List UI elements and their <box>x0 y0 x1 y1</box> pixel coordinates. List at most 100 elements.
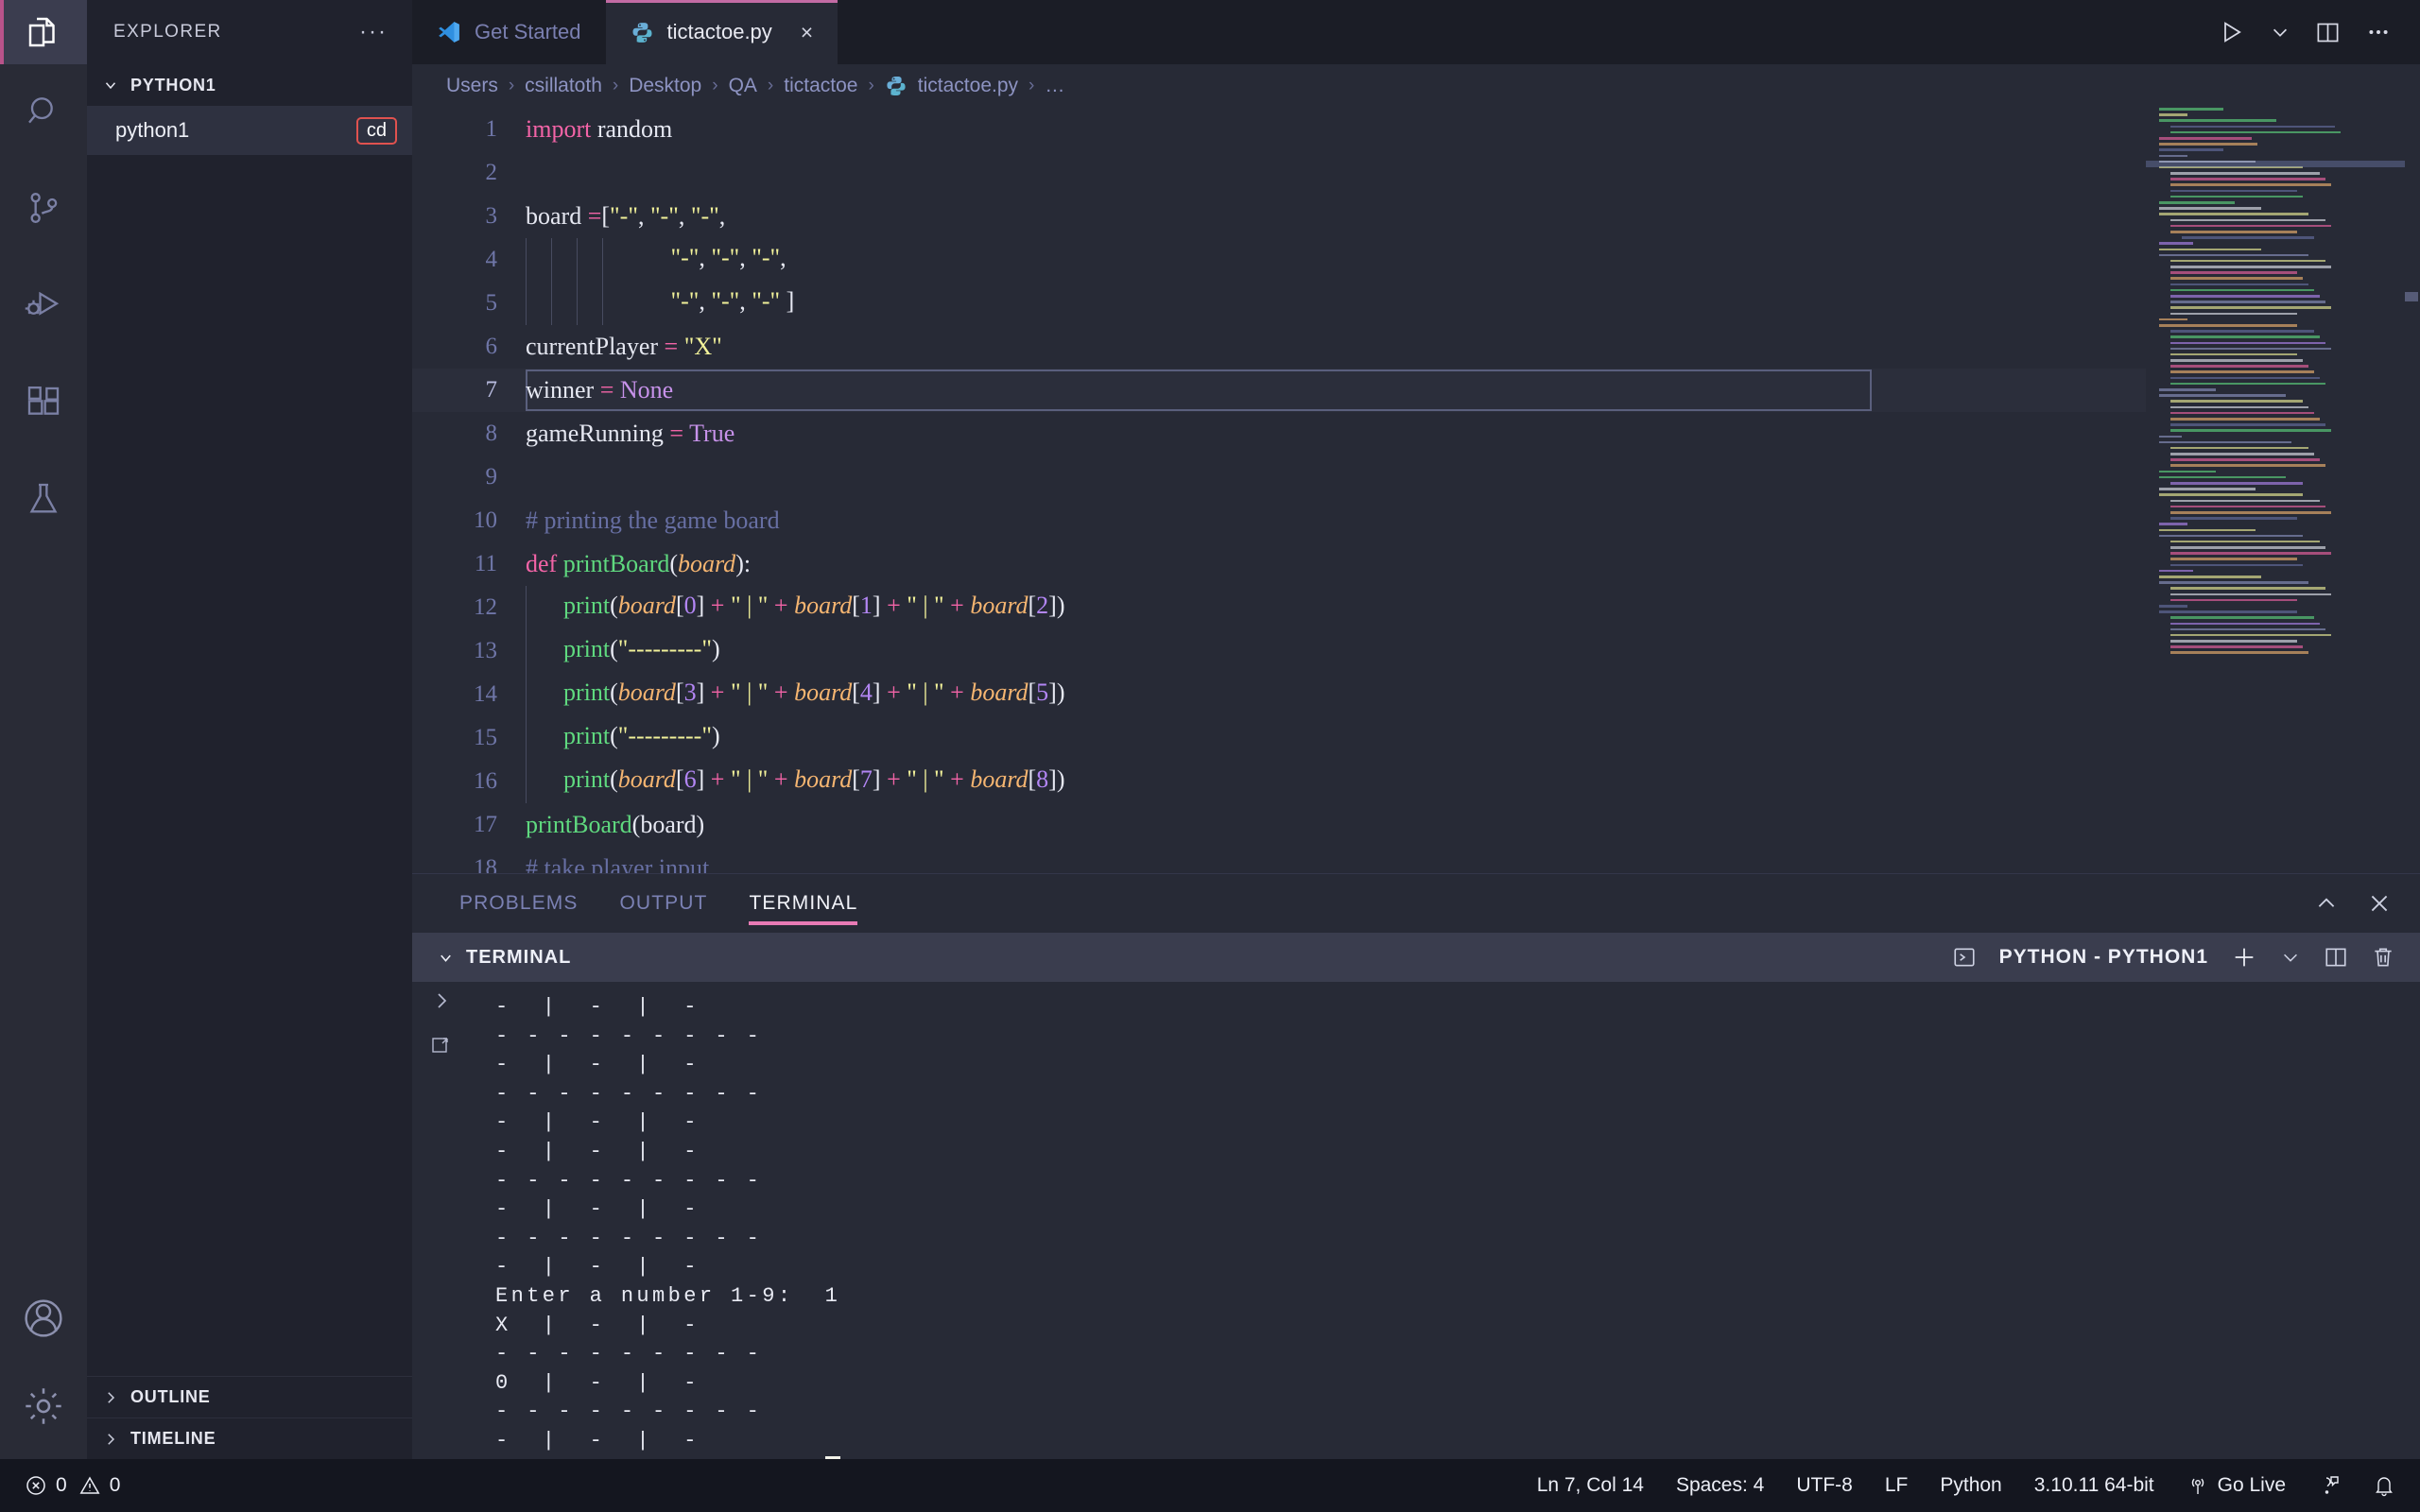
chevron-right-icon[interactable] <box>430 989 453 1012</box>
terminal-instance-label[interactable]: PYTHON - PYTHON1 <box>1999 946 2208 969</box>
code-line[interactable]: 13 print("---------") <box>412 629 2146 673</box>
chevron-down-icon[interactable] <box>2270 22 2290 43</box>
breadcrumb-item[interactable]: QA <box>729 75 757 97</box>
terminal-line: - - - - - - - - - <box>495 1226 763 1250</box>
code-line[interactable]: 16 print(board[6] + " | " + board[7] + "… <box>412 760 2146 803</box>
code-line[interactable]: 15 print("---------") <box>412 716 2146 760</box>
minimap-line <box>2170 283 2308 286</box>
breadcrumb-item[interactable]: Users <box>446 75 498 97</box>
code-line[interactable]: 2 <box>412 151 2146 195</box>
terminal-body[interactable]: - | - | - - - - - - - - - - - | - | - - - -… <box>412 982 2420 1459</box>
tab-terminal[interactable]: TERMINAL <box>728 874 878 933</box>
breadcrumb-item[interactable]: tictactoe <box>784 75 857 97</box>
code-editor[interactable]: 1 import random 2 3 board =["-", "-", "-", 4 … <box>412 108 2146 873</box>
status-feedback[interactable] <box>2318 1474 2341 1497</box>
code-line[interactable]: 11 def printBoard(board): <box>412 542 2146 586</box>
close-icon[interactable] <box>2367 891 2392 916</box>
search-icon[interactable] <box>25 93 62 130</box>
explorer-folder-header[interactable]: PYTHON1 <box>87 64 412 106</box>
code-line[interactable]: 18 # take player input <box>412 847 2146 873</box>
gear-icon[interactable] <box>23 1385 64 1427</box>
code-token: [ <box>1028 765 1037 793</box>
beaker-icon[interactable] <box>25 480 62 518</box>
status-eol[interactable]: LF <box>1885 1474 1909 1497</box>
code-token: print <box>563 721 611 749</box>
chevron-down-icon[interactable] <box>2280 947 2301 968</box>
files-icon[interactable] <box>24 12 63 52</box>
close-icon[interactable]: × <box>801 20 813 45</box>
tab-output[interactable]: OUTPUT <box>599 874 729 933</box>
minimap-line <box>2170 546 2325 549</box>
code-line[interactable]: 3 board =["-", "-", "-", <box>412 195 2146 238</box>
status-indentation[interactable]: Spaces: 4 <box>1676 1474 1764 1497</box>
line-number: 4 <box>485 247 498 272</box>
move-panel-icon[interactable] <box>430 1035 453 1057</box>
trash-icon[interactable] <box>2371 945 2395 970</box>
code-line[interactable]: 8 gameRunning = True <box>412 412 2146 455</box>
titlebar-row: EXPLORER ··· Get Started tictactoe.py × <box>0 0 2420 64</box>
minimap-line <box>2170 464 2325 468</box>
line-number: 9 <box>485 464 498 490</box>
code-token: printBoard <box>526 811 632 838</box>
play-icon[interactable] <box>2219 19 2245 45</box>
breadcrumb-item[interactable]: tictactoe.py <box>918 75 1018 97</box>
status-notifications[interactable] <box>2373 1474 2395 1497</box>
chevron-down-icon[interactable] <box>437 949 455 967</box>
account-icon[interactable] <box>24 1298 63 1338</box>
extensions-icon[interactable] <box>25 384 62 421</box>
code-token: [ <box>1028 678 1037 706</box>
status-encoding[interactable]: UTF-8 <box>1796 1474 1853 1497</box>
code-line[interactable]: 12 print(board[0] + " | " + board[1] + "… <box>412 586 2146 629</box>
code-line[interactable]: 6 currentPlayer = "X" <box>412 325 2146 369</box>
status-editor-position[interactable]: Ln 7, Col 14 <box>1537 1474 1644 1497</box>
source-control-icon[interactable] <box>25 189 62 227</box>
terminal-output[interactable]: - | - | - - - - - - - - - - - | - | - - - -… <box>471 982 2420 1459</box>
code-line[interactable]: 4 "-", "-", "-", <box>412 238 2146 282</box>
status-badge: cd <box>355 116 397 145</box>
sidebar-more-actions-button[interactable]: ··· <box>359 21 388 43</box>
tab-get-started[interactable]: Get Started <box>412 0 606 64</box>
tab-bar-empty-space <box>838 0 2190 64</box>
indent-guide <box>526 586 527 629</box>
split-icon[interactable] <box>2324 945 2348 970</box>
code-token: [ <box>852 591 860 619</box>
status-language-mode[interactable]: Python <box>1940 1474 2001 1497</box>
code-line[interactable]: 17 printBoard(board) <box>412 803 2146 847</box>
minimap-line <box>2170 645 2303 648</box>
code-line[interactable]: 1 import random <box>412 108 2146 151</box>
ellipsis-icon[interactable] <box>2365 19 2392 45</box>
breadcrumb-item[interactable]: Desktop <box>629 75 701 97</box>
tab-problems[interactable]: PROBLEMS <box>439 874 599 933</box>
code-line[interactable]: 7 winner = None <box>412 369 2146 412</box>
code-token: 7 <box>859 765 873 793</box>
code-line[interactable]: 9 <box>412 455 2146 499</box>
status-go-live[interactable]: Go Live <box>2187 1474 2286 1497</box>
code-line[interactable]: 14 print(board[3] + " | " + board[4] + "… <box>412 673 2146 716</box>
minimap-scrollbar[interactable] <box>2405 292 2418 301</box>
terminal-line: - | - | - <box>495 1255 700 1280</box>
code-line[interactable]: 5 "-", "-", "-" ] <box>412 282 2146 325</box>
code-token: None <box>619 376 674 404</box>
breadcrumb-item[interactable]: csillatoth <box>525 75 602 97</box>
explorer-file-python1[interactable]: python1 cd <box>87 106 412 155</box>
status-errors[interactable]: 0 <box>25 1474 67 1497</box>
chevron-up-icon[interactable] <box>2314 891 2339 916</box>
split-editor-icon[interactable] <box>2315 20 2341 45</box>
code-token: + <box>950 765 964 793</box>
tab-tictactoe-py[interactable]: tictactoe.py × <box>605 0 838 64</box>
activity-bar-explorer-slot[interactable] <box>0 0 87 64</box>
minimap[interactable] <box>2146 108 2420 873</box>
minimap-line <box>2170 335 2320 338</box>
minimap-line <box>2159 323 2297 327</box>
code-token: , <box>699 243 712 271</box>
breadcrumb-item[interactable]: … <box>1045 75 1064 97</box>
plus-icon[interactable] <box>2231 944 2257 971</box>
status-warnings[interactable]: 0 <box>78 1474 120 1497</box>
status-bar-left: 0 0 <box>0 1474 120 1497</box>
sidebar-section-outline[interactable]: OUTLINE <box>87 1376 412 1418</box>
code-line[interactable]: 10 # printing the game board <box>412 499 2146 542</box>
sidebar-section-timeline[interactable]: TIMELINE <box>87 1418 412 1459</box>
run-and-debug-icon[interactable] <box>24 285 63 325</box>
status-python-interpreter[interactable]: 3.10.11 64-bit <box>2034 1474 2154 1497</box>
code-token: = <box>669 420 684 447</box>
